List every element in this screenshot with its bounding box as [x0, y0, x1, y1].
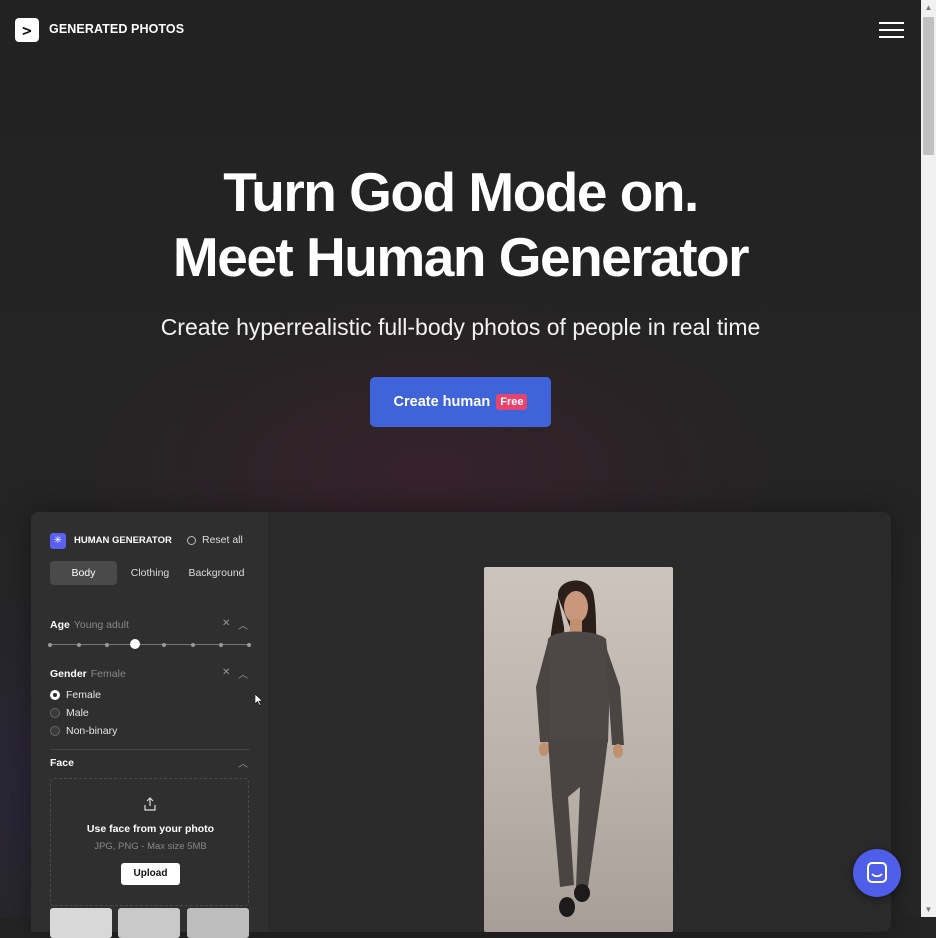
tab-clothing[interactable]: Clothing [122, 561, 178, 585]
scroll-down-arrow-icon[interactable]: ▼ [921, 902, 936, 917]
reset-all-label: Reset all [202, 534, 243, 546]
slider-step [219, 642, 223, 647]
generator-title: HUMAN GENERATOR [74, 535, 172, 546]
hero-title-line1: Turn God Mode on. [223, 161, 699, 223]
close-icon[interactable]: ✕ [222, 667, 230, 678]
face-section-header[interactable]: Face [50, 757, 74, 769]
slider-step [48, 642, 52, 647]
hero-title: Turn God Mode on. Meet Human Generator [0, 160, 921, 290]
gender-section-header[interactable]: Gender Female [50, 668, 126, 680]
site-header: > GENERATED PHOTOS [0, 0, 921, 60]
tab-background[interactable]: Background [183, 561, 250, 585]
face-upload-dropzone[interactable]: Use face from your photo JPG, PNG - Max … [50, 778, 249, 906]
brand-name[interactable]: GENERATED PHOTOS [49, 22, 184, 36]
upload-icon [143, 797, 157, 811]
scroll-up-arrow-icon[interactable]: ▲ [921, 0, 936, 15]
gender-label: Gender [50, 668, 87, 680]
age-slider[interactable] [48, 639, 251, 649]
gender-option-non-binary[interactable]: Non-binary [50, 725, 117, 737]
human-generator-preview: ✳ HUMAN GENERATOR Reset all Body Clothin… [31, 512, 891, 938]
close-icon[interactable]: ✕ [222, 618, 230, 629]
hero-title-line2: Meet Human Generator [172, 226, 750, 288]
radio-selected[interactable] [50, 690, 60, 700]
scrollbar-thumb[interactable] [923, 17, 934, 155]
slider-step [247, 642, 251, 647]
slider-step [162, 642, 166, 647]
reset-icon [187, 535, 196, 545]
slider-step [105, 642, 109, 647]
face-thumbnail[interactable] [118, 908, 180, 938]
upload-hint: JPG, PNG - Max size 5MB [94, 841, 207, 852]
slider-step [191, 642, 195, 647]
hero-subtitle: Create hyperrealistic full-body photos o… [160, 314, 761, 340]
tab-body[interactable]: Body [50, 561, 117, 585]
upload-button[interactable]: Upload [121, 863, 180, 885]
generated-human-photo [484, 567, 673, 932]
chevron-up-icon[interactable]: ︿ [238, 666, 248, 681]
chevron-up-icon[interactable]: ︿ [238, 617, 248, 632]
age-slider-handle[interactable] [130, 639, 140, 649]
upload-title: Use face from your photo [86, 823, 215, 835]
divider [50, 749, 250, 750]
generator-sidebar: ✳ HUMAN GENERATOR Reset all Body Clothin… [31, 512, 268, 938]
gender-option-label: Male [66, 707, 89, 719]
create-human-label: Create human [393, 394, 491, 410]
sparkle-icon: ✳ [50, 533, 66, 549]
logo-icon[interactable]: > [15, 18, 39, 42]
face-thumbnail[interactable] [50, 908, 112, 938]
age-label: Age [50, 619, 70, 631]
free-badge: Free [496, 394, 528, 410]
radio[interactable] [50, 726, 60, 736]
age-value: Young adult [73, 619, 129, 631]
mouse-cursor-icon [255, 694, 263, 706]
gender-value: Female [90, 668, 126, 680]
radio[interactable] [50, 708, 60, 718]
chat-icon[interactable] [853, 849, 901, 897]
reset-all-button[interactable]: Reset all [187, 534, 243, 546]
page-scrollbar[interactable]: ▲ ▼ [921, 0, 936, 917]
gender-option-male[interactable]: Male [50, 707, 89, 719]
gender-option-label: Non-binary [66, 725, 118, 737]
chevron-up-icon[interactable]: ︿ [238, 755, 248, 770]
create-human-button[interactable]: Create human Free [370, 377, 551, 427]
gender-option-label: Female [66, 689, 102, 701]
gender-option-female[interactable]: Female [50, 689, 101, 701]
face-label: Face [50, 757, 74, 769]
hamburger-menu-icon[interactable] [879, 21, 905, 39]
age-section-header[interactable]: Age Young adult [50, 619, 129, 631]
face-thumbnail[interactable] [187, 908, 249, 938]
slider-step [77, 642, 81, 647]
